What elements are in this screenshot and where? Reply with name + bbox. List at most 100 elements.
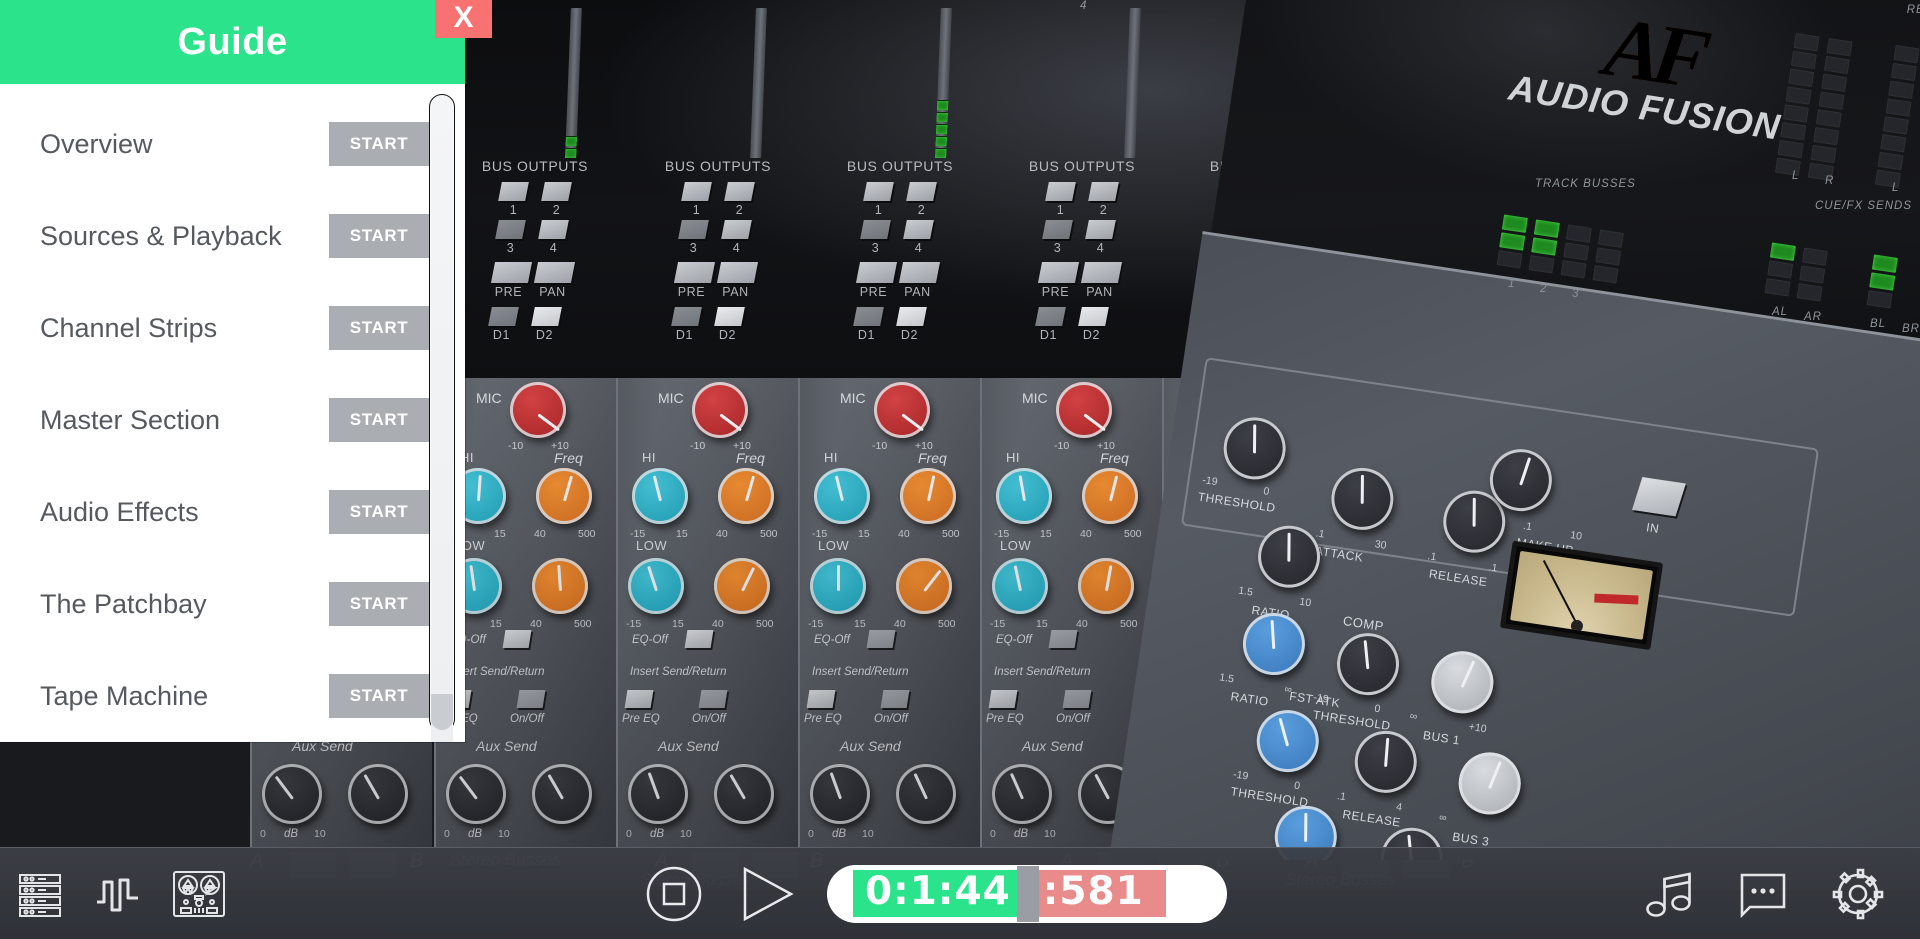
eq-off-button[interactable] [866, 630, 896, 648]
bus-button-3[interactable] [678, 220, 709, 239]
pre-button[interactable] [855, 262, 898, 283]
aux-send-knob[interactable] [992, 764, 1052, 824]
bus-button-3[interactable] [1042, 220, 1073, 239]
guide-start-button[interactable]: START [329, 306, 429, 350]
hi-freq-knob[interactable] [900, 468, 956, 524]
hi-gain-knob[interactable] [632, 468, 688, 524]
guide-start-button[interactable]: START [329, 214, 429, 258]
low-freq-knob[interactable] [714, 558, 770, 614]
insert-on-off-button[interactable] [698, 690, 728, 708]
eq-off-label: EQ-Off [814, 634, 850, 646]
timecode-display[interactable]: 0:1:44 :581 [827, 864, 1227, 923]
guide-start-button[interactable]: START [329, 490, 429, 534]
bus-button-4[interactable] [903, 220, 934, 239]
hi-gain-knob[interactable] [814, 468, 870, 524]
mic-gain-knob[interactable] [510, 382, 566, 438]
eq-off-button[interactable] [1048, 630, 1078, 648]
guide-list-item[interactable]: Channel Strips START [0, 282, 465, 374]
low-gain-max: 15 [672, 618, 684, 630]
d1-button[interactable] [488, 307, 519, 326]
hi-freq-knob[interactable] [718, 468, 774, 524]
guide-list-item[interactable]: Tape Machine START [0, 650, 465, 742]
guide-list-item[interactable]: The Patchbay START [0, 558, 465, 650]
d2-button[interactable] [896, 307, 927, 326]
bus-release-min: .1 [1336, 790, 1347, 804]
aux-send-knob[interactable] [532, 764, 592, 824]
aux-send-knob[interactable] [810, 764, 870, 824]
guide-list-item[interactable]: Master Section START [0, 374, 465, 466]
bus-button-2[interactable] [724, 182, 755, 201]
guide-start-button[interactable]: START [329, 122, 429, 166]
aux-send-knob[interactable] [896, 764, 956, 824]
aux-max-label: 10 [314, 828, 326, 840]
hi-freq-max: 500 [942, 528, 960, 540]
bus-button-4[interactable] [538, 220, 569, 239]
stop-icon[interactable] [643, 863, 705, 925]
close-icon[interactable]: X [435, 0, 492, 38]
hi-gain-knob[interactable] [996, 468, 1052, 524]
insert-on-off-button[interactable] [516, 690, 546, 708]
pre-eq-button[interactable] [988, 690, 1018, 708]
d2-button[interactable] [531, 307, 562, 326]
bus-button-3[interactable] [495, 220, 526, 239]
guide-start-button[interactable]: START [329, 674, 429, 718]
mic-gain-knob[interactable] [692, 382, 748, 438]
aux-send-knob[interactable] [446, 764, 506, 824]
pre-button[interactable] [490, 262, 533, 283]
hi-label: HI [824, 450, 838, 465]
low-freq-knob[interactable] [532, 558, 588, 614]
insert-on-off-button[interactable] [880, 690, 910, 708]
pre-eq-label: Pre EQ [986, 713, 1024, 725]
guide-list-item[interactable]: Sources & Playback START [0, 190, 465, 282]
pan-button[interactable] [898, 262, 941, 283]
waveform-icon[interactable] [92, 868, 144, 920]
bus-button-1[interactable] [1045, 182, 1076, 201]
guide-scrollbar-thumb[interactable] [431, 96, 453, 742]
tape-machine-icon[interactable] [170, 868, 228, 920]
hi-freq-knob[interactable] [536, 468, 592, 524]
bus-button-1[interactable] [498, 182, 529, 201]
bus-button-4[interactable] [721, 220, 752, 239]
pre-eq-button[interactable] [806, 690, 836, 708]
aux-send-knob[interactable] [348, 764, 408, 824]
music-note-icon[interactable] [1642, 867, 1696, 921]
bus-outputs-title: BUS OUTPUTS [846, 158, 954, 174]
eq-off-button[interactable] [684, 630, 714, 648]
aux-send-knob[interactable] [714, 764, 774, 824]
guide-scrollbar[interactable] [429, 94, 455, 742]
pan-button[interactable] [533, 262, 576, 283]
pre-button[interactable] [1037, 262, 1080, 283]
low-gain-knob[interactable] [992, 558, 1048, 614]
aux-send-knob[interactable] [628, 764, 688, 824]
guide-scrollbar-nub[interactable] [431, 694, 453, 730]
bus-label-4: 4 [732, 241, 741, 255]
low-gain-knob[interactable] [628, 558, 684, 614]
bus-button-1[interactable] [681, 182, 712, 201]
bus-button-1[interactable] [863, 182, 894, 201]
d2-button[interactable] [714, 307, 745, 326]
d1-button[interactable] [1035, 307, 1066, 326]
pan-button[interactable] [716, 262, 759, 283]
d1-button[interactable] [671, 307, 702, 326]
d1-button[interactable] [853, 307, 884, 326]
timecode-playhead[interactable] [1016, 865, 1039, 922]
guide-list-item[interactable]: Overview START [0, 98, 465, 190]
patchbay-rack-icon[interactable] [14, 868, 66, 920]
bus-button-2[interactable] [541, 182, 572, 201]
chat-bubble-icon[interactable] [1736, 867, 1790, 921]
play-icon[interactable] [733, 863, 799, 925]
low-gain-knob[interactable] [810, 558, 866, 614]
bus-outputs-group: BUS OUTPUTS 1 2 3 4 PRE PAN D1 D2 [835, 158, 965, 362]
low-freq-knob[interactable] [896, 558, 952, 614]
bus-button-3[interactable] [860, 220, 891, 239]
aux-send-knob[interactable] [262, 764, 322, 824]
guide-start-button[interactable]: START [329, 398, 429, 442]
guide-list-item[interactable]: Audio Effects START [0, 466, 465, 558]
bus-button-2[interactable] [906, 182, 937, 201]
eq-off-button[interactable] [502, 630, 532, 648]
pre-button[interactable] [673, 262, 716, 283]
gear-icon[interactable] [1830, 866, 1886, 922]
pre-eq-button[interactable] [624, 690, 654, 708]
mic-gain-knob[interactable] [874, 382, 930, 438]
guide-start-button[interactable]: START [329, 582, 429, 626]
